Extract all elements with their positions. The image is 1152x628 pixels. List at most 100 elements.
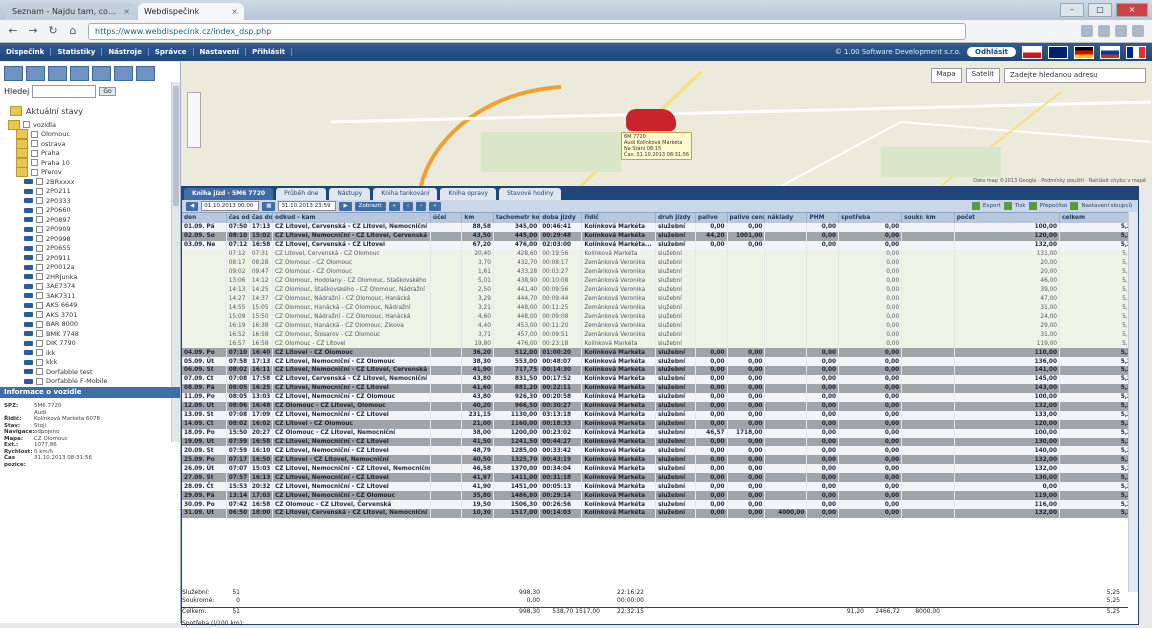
menu-dispecink[interactable]: Dispečink xyxy=(0,48,52,56)
trip-row[interactable]: 15:09 15:50 CZ Olomouc, Nádražní - CZ Olom… xyxy=(182,312,1139,322)
prev-page-button[interactable]: ‹ xyxy=(402,201,414,211)
column-header[interactable]: počet xyxy=(954,213,1060,223)
column-header[interactable]: palivo xyxy=(695,213,728,223)
tree-item[interactable]: kkk xyxy=(8,358,180,368)
print-link[interactable]: Tisk xyxy=(1015,203,1026,209)
trip-row[interactable]: 08:17 08:28 CZ Olomouc - CZ Olomouc 3,70 432… xyxy=(182,258,1139,268)
trip-row[interactable]: 13:06 14:12 CZ Olomouc, Hodolany - CZ Olom… xyxy=(182,276,1139,286)
column-header[interactable]: čas od xyxy=(226,213,250,223)
column-header[interactable]: celkem xyxy=(1059,213,1139,223)
checkbox[interactable] xyxy=(36,263,43,271)
day-row[interactable]: 06.09. St 08:02 16:11 CZ Litovel, Nemocničn… xyxy=(182,366,1139,375)
checkbox[interactable] xyxy=(36,282,43,290)
tree-item[interactable]: Dorfabble test xyxy=(8,367,180,377)
checkbox[interactable] xyxy=(23,121,30,129)
column-header[interactable]: PHM xyxy=(806,213,840,223)
tree-item[interactable]: BMK 7748 xyxy=(8,329,180,339)
checkbox[interactable] xyxy=(31,140,38,148)
day-row[interactable]: 04.09. Po 07:10 16:40 CZ Litovel - CZ Olomo… xyxy=(182,348,1139,358)
checkbox[interactable] xyxy=(36,301,43,309)
tab-nastupy[interactable]: Nástupy xyxy=(329,188,371,200)
tab-stavove-hodiny[interactable]: Stavové hodiny xyxy=(498,188,562,200)
checkbox[interactable] xyxy=(36,254,43,262)
menu-spravce[interactable]: Správce xyxy=(149,48,194,56)
tree-item[interactable]: AKS 6649 xyxy=(8,301,180,311)
reload-icon[interactable]: ↻ xyxy=(46,24,60,38)
checkbox[interactable] xyxy=(36,235,43,243)
export-link[interactable]: Export xyxy=(983,203,1001,209)
next-period-button[interactable]: ▶ xyxy=(339,201,352,211)
map-type-button[interactable]: Mapa xyxy=(930,68,962,83)
browser-tab-webdispecink[interactable]: Webdispečink × xyxy=(138,3,244,20)
day-row[interactable]: 19.09. Út 07:59 16:58 CZ Litovel, Nemocničn… xyxy=(182,437,1139,447)
tree-item[interactable]: Přerov xyxy=(8,167,180,178)
checkbox[interactable] xyxy=(36,368,43,376)
tree-item[interactable]: 2HRJunka xyxy=(8,272,180,282)
back-icon[interactable]: ← xyxy=(6,24,20,38)
tree-item[interactable]: 2P0911 xyxy=(8,253,180,263)
extension-icon[interactable] xyxy=(1115,25,1127,37)
checkbox[interactable] xyxy=(36,206,43,214)
day-row[interactable]: 13.09. St 07:08 17:09 CZ Litovel, Nemocničn… xyxy=(182,410,1139,420)
checkbox[interactable] xyxy=(31,159,38,167)
chart-icon[interactable] xyxy=(92,66,111,81)
checkbox[interactable] xyxy=(36,292,43,300)
menu-nastaveni[interactable]: Nastavení xyxy=(194,48,247,56)
table-scrollbar[interactable] xyxy=(1128,212,1138,592)
checkbox[interactable] xyxy=(36,187,43,195)
browser-tab-seznam[interactable]: Seznam - Najdu tam, co… × xyxy=(6,3,136,20)
excel-icon[interactable] xyxy=(971,202,980,210)
checkbox[interactable] xyxy=(31,168,38,176)
tree-item[interactable]: Dorfabble F-Mobile xyxy=(8,377,180,387)
tree-item[interactable]: 2P0333 xyxy=(8,196,180,206)
column-header[interactable]: tachometr konec xyxy=(493,213,541,223)
column-header[interactable]: řidič xyxy=(581,213,656,223)
tab-kniha-opravy[interactable]: Kniha opravy xyxy=(440,188,496,200)
column-header[interactable]: den xyxy=(182,213,227,223)
flag-fr-icon[interactable] xyxy=(1126,45,1146,59)
day-row[interactable]: 31.09. Út 06:50 18:00 CZ Litovel, Červenská… xyxy=(182,509,1139,518)
prev-period-button[interactable]: ◀ xyxy=(186,201,199,211)
day-row[interactable]: 25.09. Po 07:17 16:50 CZ Litovel - CZ Litov… xyxy=(182,455,1139,465)
forward-icon[interactable]: → xyxy=(26,24,40,38)
tree-item[interactable]: BAR 8000 xyxy=(8,320,180,330)
map-view[interactable]: 6M 7720 Audi Kolínková Markéta Na Stání … xyxy=(181,62,1152,186)
tree-item[interactable]: 3AK7311 xyxy=(8,291,180,301)
map-search-input[interactable]: Zadejte hledanou adresu xyxy=(1004,68,1146,83)
window-close-icon[interactable]: × xyxy=(1116,3,1148,17)
trip-row[interactable]: 14:27 14:37 CZ Olomouc, Nádražní - CZ Olom… xyxy=(182,294,1139,304)
day-row[interactable]: 07.09. Čt 07:08 17:58 CZ Litovel, Červenská… xyxy=(182,374,1139,384)
settings-icon[interactable] xyxy=(136,66,155,81)
search-go-button[interactable]: Go xyxy=(99,87,116,96)
day-row[interactable]: 05.09. Út 07:58 17:13 CZ Litovel, Nemocničn… xyxy=(182,357,1139,366)
tree-item[interactable]: 2BRxxxx xyxy=(8,177,180,187)
column-header[interactable]: spotřeba xyxy=(838,213,903,223)
tab-kniha-jizd[interactable]: Kniha jízd - 5M6 7720 xyxy=(184,188,274,200)
map-zoom-control[interactable] xyxy=(187,92,201,148)
menu-icon[interactable] xyxy=(1132,25,1144,37)
tab-prubeh-dne[interactable]: Průběh dne xyxy=(276,188,327,200)
tree-item[interactable]: Praha xyxy=(8,148,180,159)
tree-item[interactable]: ostrava xyxy=(8,138,180,149)
checkbox[interactable] xyxy=(36,358,43,366)
tree-item[interactable]: 2P0660 xyxy=(8,206,180,216)
trip-row[interactable]: 16:57 16:58 CZ Olomouc - CZ Litovel 19,80 47… xyxy=(182,339,1139,349)
trip-row[interactable]: 14:13 14:25 CZ Olomouc, Staškovského - CZ … xyxy=(182,285,1139,295)
refresh-status-link[interactable]: Aktuální stavy xyxy=(0,100,180,120)
checkbox[interactable] xyxy=(31,149,38,157)
recalc-icon[interactable] xyxy=(1028,202,1037,210)
day-row[interactable]: 03.09. Ne 07:12 16:58 CZ Litovel, Červenská… xyxy=(182,240,1139,250)
bookmark-icon[interactable] xyxy=(1081,25,1093,37)
checkbox[interactable] xyxy=(36,178,43,186)
recalc-link[interactable]: Přepočítat xyxy=(1040,203,1068,209)
tree-item[interactable]: Praha 10 xyxy=(8,157,180,168)
route-icon[interactable] xyxy=(48,66,67,81)
minimize-icon[interactable]: – xyxy=(1060,3,1084,17)
menu-statistiky[interactable]: Statistiky xyxy=(51,48,103,56)
trip-row[interactable]: 16:52 16:58 CZ Olomouc, Šlosarov - CZ Olom… xyxy=(182,330,1139,340)
columns-link[interactable]: Nastavení sloupců xyxy=(1081,203,1132,209)
checkbox[interactable] xyxy=(36,339,43,347)
checkbox[interactable] xyxy=(36,320,43,328)
column-header[interactable]: palivo cena xyxy=(727,213,766,223)
checkbox[interactable] xyxy=(31,130,38,138)
